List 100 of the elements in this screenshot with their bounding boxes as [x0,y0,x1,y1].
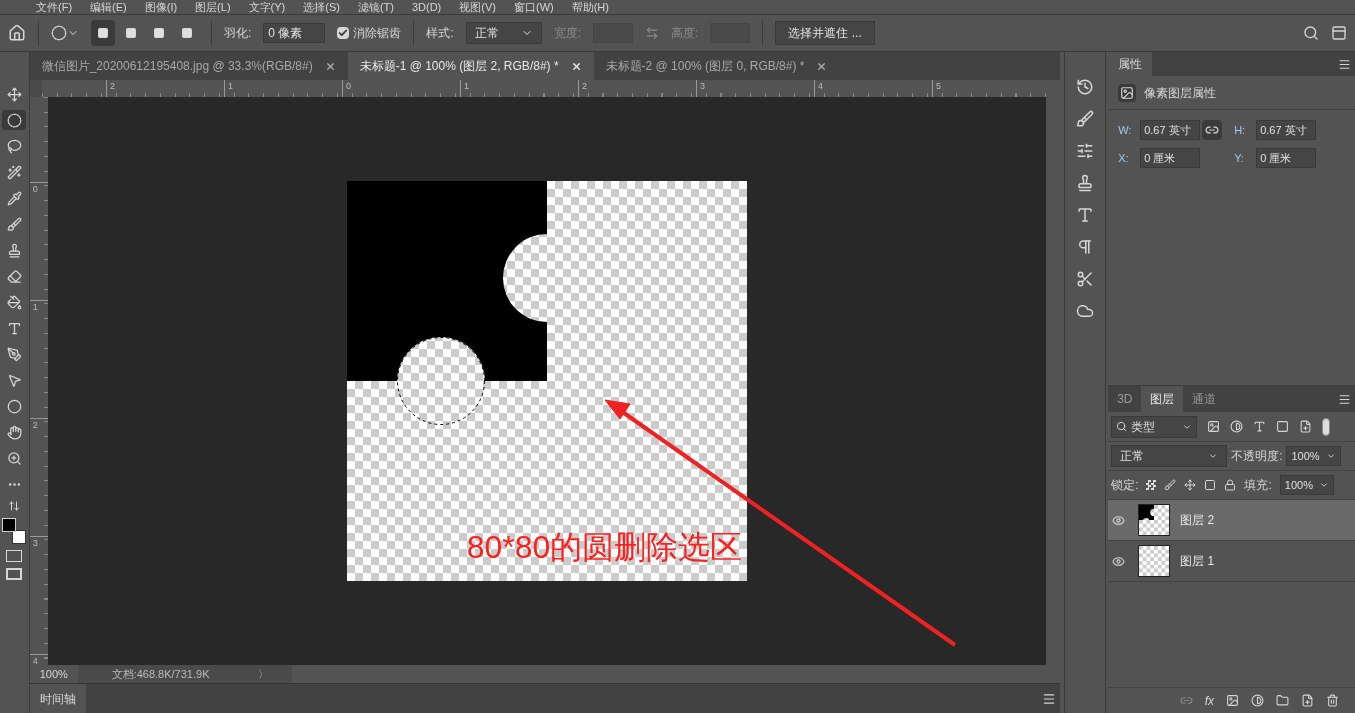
adjustment-filter-icon[interactable] [1230,420,1244,433]
menu-item[interactable]: 视图(V) [459,0,496,14]
document-tab[interactable]: 微信图片_20200612195408.jpg @ 33.3%(RGB/8#) [29,52,348,80]
field-label: Y: [1234,150,1245,166]
select-and-mask-button[interactable]: 选择并遮住 ... [775,21,875,45]
panel-menu-icon[interactable] [1338,392,1351,406]
menu-item[interactable]: 3D(D) [411,0,442,14]
opacity-label: 不透明度: [1231,448,1283,465]
style-label: 样式: [426,25,454,42]
menu-item[interactable]: 文件(F) [36,0,73,14]
ruler-number: 1 [32,302,38,312]
lock-artboard-icon[interactable] [1204,479,1217,491]
marquee-tool-icon[interactable] [2,110,27,130]
ruler-number: 3 [700,81,706,91]
screen-mode-icon[interactable] [6,568,23,580]
ellipse-marquee-icon[interactable] [51,25,79,41]
ruler-number: 3 [32,538,38,548]
menu-item[interactable]: 滤镜(T) [357,0,394,14]
quick-mask-icon[interactable] [6,550,23,562]
layer-name: 图层 1 [1180,553,1215,570]
layer-row[interactable]: 图层 2 [1108,500,1355,541]
menu-item[interactable]: 选择(S) [303,0,340,14]
layer-thumbnail [1138,504,1171,536]
cloud-icon[interactable] [1075,302,1094,320]
field-label: H: [1234,122,1247,138]
clone-source-icon[interactable] [1075,174,1094,192]
delete-icon[interactable] [1326,694,1339,707]
close-icon[interactable] [816,60,828,72]
link-icon[interactable] [1202,120,1223,140]
color-swatches-icon[interactable] [2,518,27,544]
home-icon[interactable] [8,24,26,42]
timeline-tab[interactable]: 时间轴 [29,684,86,713]
lock-position-icon[interactable] [1184,479,1197,491]
fill-label: 填充: [1244,477,1272,494]
shape-filter-icon[interactable] [1276,420,1290,433]
lock-label: 锁定: [1111,477,1139,494]
panel-tab[interactable]: 图层 [1141,386,1184,412]
dimension-field[interactable]: 0.67 英寸 [1256,120,1317,140]
panel-tab[interactable]: 通道 [1183,386,1226,412]
filter-toggle[interactable] [1322,417,1331,436]
search-icon[interactable] [1303,25,1319,41]
ruler-number: 2 [32,420,38,430]
menu-item[interactable]: 帮助(H) [571,0,609,14]
document-tab[interactable]: 未标题-1 @ 100% (图层 2, RGB/8#) * [347,52,594,80]
field-label: X: [1118,150,1130,166]
dimension-field[interactable]: 0.67 英寸 [1140,120,1201,140]
new-layer-icon[interactable] [1301,694,1314,707]
panel-menu-icon[interactable] [1041,691,1056,706]
lock-pixels-icon[interactable] [1164,479,1177,491]
smart-object-filter-icon[interactable] [1299,420,1313,433]
properties-header: 像素图层属性 [1144,84,1217,102]
history-icon[interactable] [1075,78,1094,96]
ruler-number: 0 [32,184,38,194]
dimension-field[interactable]: 0 厘米 [1256,148,1317,168]
lock-icon[interactable] [1224,479,1237,491]
menu-item[interactable]: 图像(I) [144,0,178,14]
workspace-icon[interactable] [1331,25,1347,41]
brush-settings-icon[interactable] [1075,110,1094,128]
document-tab[interactable]: 未标题-2 @ 100% (图层 0, RGB/8#) * [593,52,840,80]
menu-item[interactable]: 文字(Y) [248,0,286,14]
menu-item[interactable]: 窗口(W) [513,0,554,14]
opacity-field[interactable]: 100% [1286,446,1341,466]
ruler-number: 2 [582,81,588,91]
pixel-filter-icon[interactable] [1207,420,1221,433]
adjustment-layer-icon[interactable] [1251,694,1264,707]
style-dropdown[interactable]: 正常 [465,22,542,44]
scissors-icon[interactable] [1075,270,1094,288]
character-icon[interactable] [1075,206,1094,224]
layer-style-icon[interactable]: fx [1204,691,1214,710]
properties-tab[interactable]: 属性 [1108,52,1153,76]
panel-tab[interactable]: 3D [1108,386,1142,412]
close-icon[interactable] [324,60,336,72]
pixel-layer-icon [1118,83,1137,102]
field-label: W: [1118,122,1133,138]
menu-item[interactable]: 编辑(E) [90,0,127,14]
filter-dropdown[interactable]: 类型 [1111,415,1198,438]
square-icon [125,27,137,39]
layer-name: 图层 2 [1180,512,1215,529]
ruler-number: 5 [936,81,942,91]
close-icon[interactable] [570,60,582,72]
antialias-checkbox[interactable]: 消除锯齿 [337,24,402,42]
feather-field[interactable]: 0 像素 [263,23,326,43]
menu-item[interactable]: 图层(L) [195,0,231,14]
square-icon [181,27,193,39]
ruler-number: 0 [346,81,352,91]
swap-colors-icon[interactable] [8,500,21,512]
annotation-text: 80*80的圆删除选区 [466,528,743,567]
panel-menu-icon[interactable] [1338,57,1351,71]
mask-icon[interactable] [1226,694,1239,707]
selection-mode-button[interactable] [91,20,115,46]
type-filter-icon[interactable] [1253,420,1267,433]
zoom-level[interactable]: 100% [29,665,78,683]
dimension-field[interactable]: 0 厘米 [1140,148,1201,168]
folder-icon[interactable] [1276,694,1289,707]
square-icon [97,27,109,39]
blend-mode-dropdown[interactable]: 正常 [1111,445,1228,467]
square-icon [153,27,165,39]
fill-field[interactable]: 100% [1279,475,1334,495]
lock-transparency-icon[interactable] [1146,480,1157,490]
sliders-icon[interactable] [1075,142,1094,160]
